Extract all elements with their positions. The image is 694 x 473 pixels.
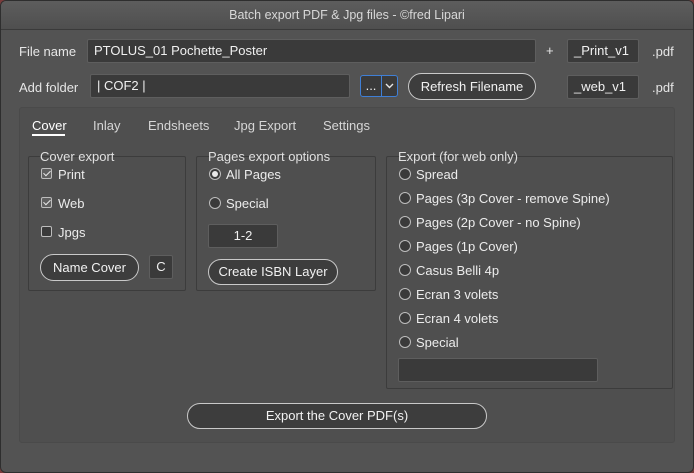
special-web-label: Special bbox=[416, 335, 459, 350]
all-pages-label: All Pages bbox=[226, 167, 281, 182]
file-name-label: File name bbox=[19, 44, 77, 59]
ecran-3-volets-label: Ecran 3 volets bbox=[416, 287, 499, 302]
browse-dots[interactable]: ... bbox=[361, 76, 382, 96]
print-checkbox[interactable] bbox=[41, 168, 52, 179]
pages-2p-label: Pages (2p Cover - no Spine) bbox=[416, 215, 581, 230]
web-export-title: Export (for web only) bbox=[398, 149, 518, 164]
pages-3p-radio[interactable] bbox=[399, 192, 411, 204]
tab-jpg-export[interactable]: Jpg Export bbox=[234, 118, 296, 133]
tab-endsheets[interactable]: Endsheets bbox=[148, 118, 209, 133]
web-suffix-input[interactable]: _web_v1 bbox=[567, 75, 639, 99]
casus-belli-radio[interactable] bbox=[399, 264, 411, 276]
add-folder-label: Add folder bbox=[19, 80, 79, 95]
name-cover-button[interactable]: Name Cover bbox=[40, 254, 139, 281]
tab-settings[interactable]: Settings bbox=[323, 118, 370, 133]
export-cover-pdf-button[interactable]: Export the Cover PDF(s) bbox=[187, 403, 487, 429]
page-range-input[interactable]: 1-2 bbox=[208, 224, 278, 248]
file-name-input[interactable]: PTOLUS_01 Pochette_Poster bbox=[87, 39, 536, 63]
chevron-down-icon[interactable] bbox=[382, 76, 397, 96]
web-checkbox[interactable] bbox=[41, 197, 52, 208]
ecran-4-volets-radio[interactable] bbox=[399, 312, 411, 324]
plus-sign: + bbox=[546, 43, 554, 58]
pages-3p-label: Pages (3p Cover - remove Spine) bbox=[416, 191, 610, 206]
pages-2p-radio[interactable] bbox=[399, 216, 411, 228]
print-suffix-input[interactable]: _Print_v1 bbox=[567, 39, 639, 63]
active-tab-indicator bbox=[32, 134, 65, 136]
special-pages-radio[interactable] bbox=[209, 197, 221, 209]
window-title: Batch export PDF & Jpg files - ©fred Lip… bbox=[1, 1, 693, 30]
ecran-3-volets-radio[interactable] bbox=[399, 288, 411, 300]
pages-1p-radio[interactable] bbox=[399, 240, 411, 252]
special-web-input[interactable] bbox=[398, 358, 598, 382]
casus-belli-label: Casus Belli 4p bbox=[416, 263, 500, 278]
refresh-filename-button[interactable]: Refresh Filename bbox=[408, 73, 536, 100]
folder-input[interactable]: | COF2 | bbox=[90, 74, 350, 98]
all-pages-radio[interactable] bbox=[209, 168, 221, 180]
spread-label: Spread bbox=[416, 167, 458, 182]
cover-export-title: Cover export bbox=[40, 149, 115, 164]
jpgs-checkbox[interactable] bbox=[41, 226, 52, 237]
print-extension: .pdf bbox=[652, 44, 674, 59]
spread-radio[interactable] bbox=[399, 168, 411, 180]
web-checkbox-label: Web bbox=[58, 196, 85, 211]
cover-letter-input[interactable]: C bbox=[149, 255, 173, 279]
print-checkbox-label: Print bbox=[58, 167, 85, 182]
ecran-4-volets-label: Ecran 4 volets bbox=[416, 311, 499, 326]
tab-cover[interactable]: Cover bbox=[32, 118, 67, 133]
create-isbn-layer-button[interactable]: Create ISBN Layer bbox=[208, 259, 338, 285]
pages-export-title: Pages export options bbox=[208, 149, 331, 164]
batch-export-window: Batch export PDF & Jpg files - ©fred Lip… bbox=[0, 0, 694, 473]
special-web-radio[interactable] bbox=[399, 336, 411, 348]
web-extension: .pdf bbox=[652, 80, 674, 95]
jpgs-checkbox-label: Jpgs bbox=[58, 225, 86, 240]
pages-1p-label: Pages (1p Cover) bbox=[416, 239, 518, 254]
special-pages-label: Special bbox=[226, 196, 269, 211]
tab-inlay[interactable]: Inlay bbox=[93, 118, 120, 133]
folder-dropdown[interactable]: ... bbox=[360, 75, 398, 97]
